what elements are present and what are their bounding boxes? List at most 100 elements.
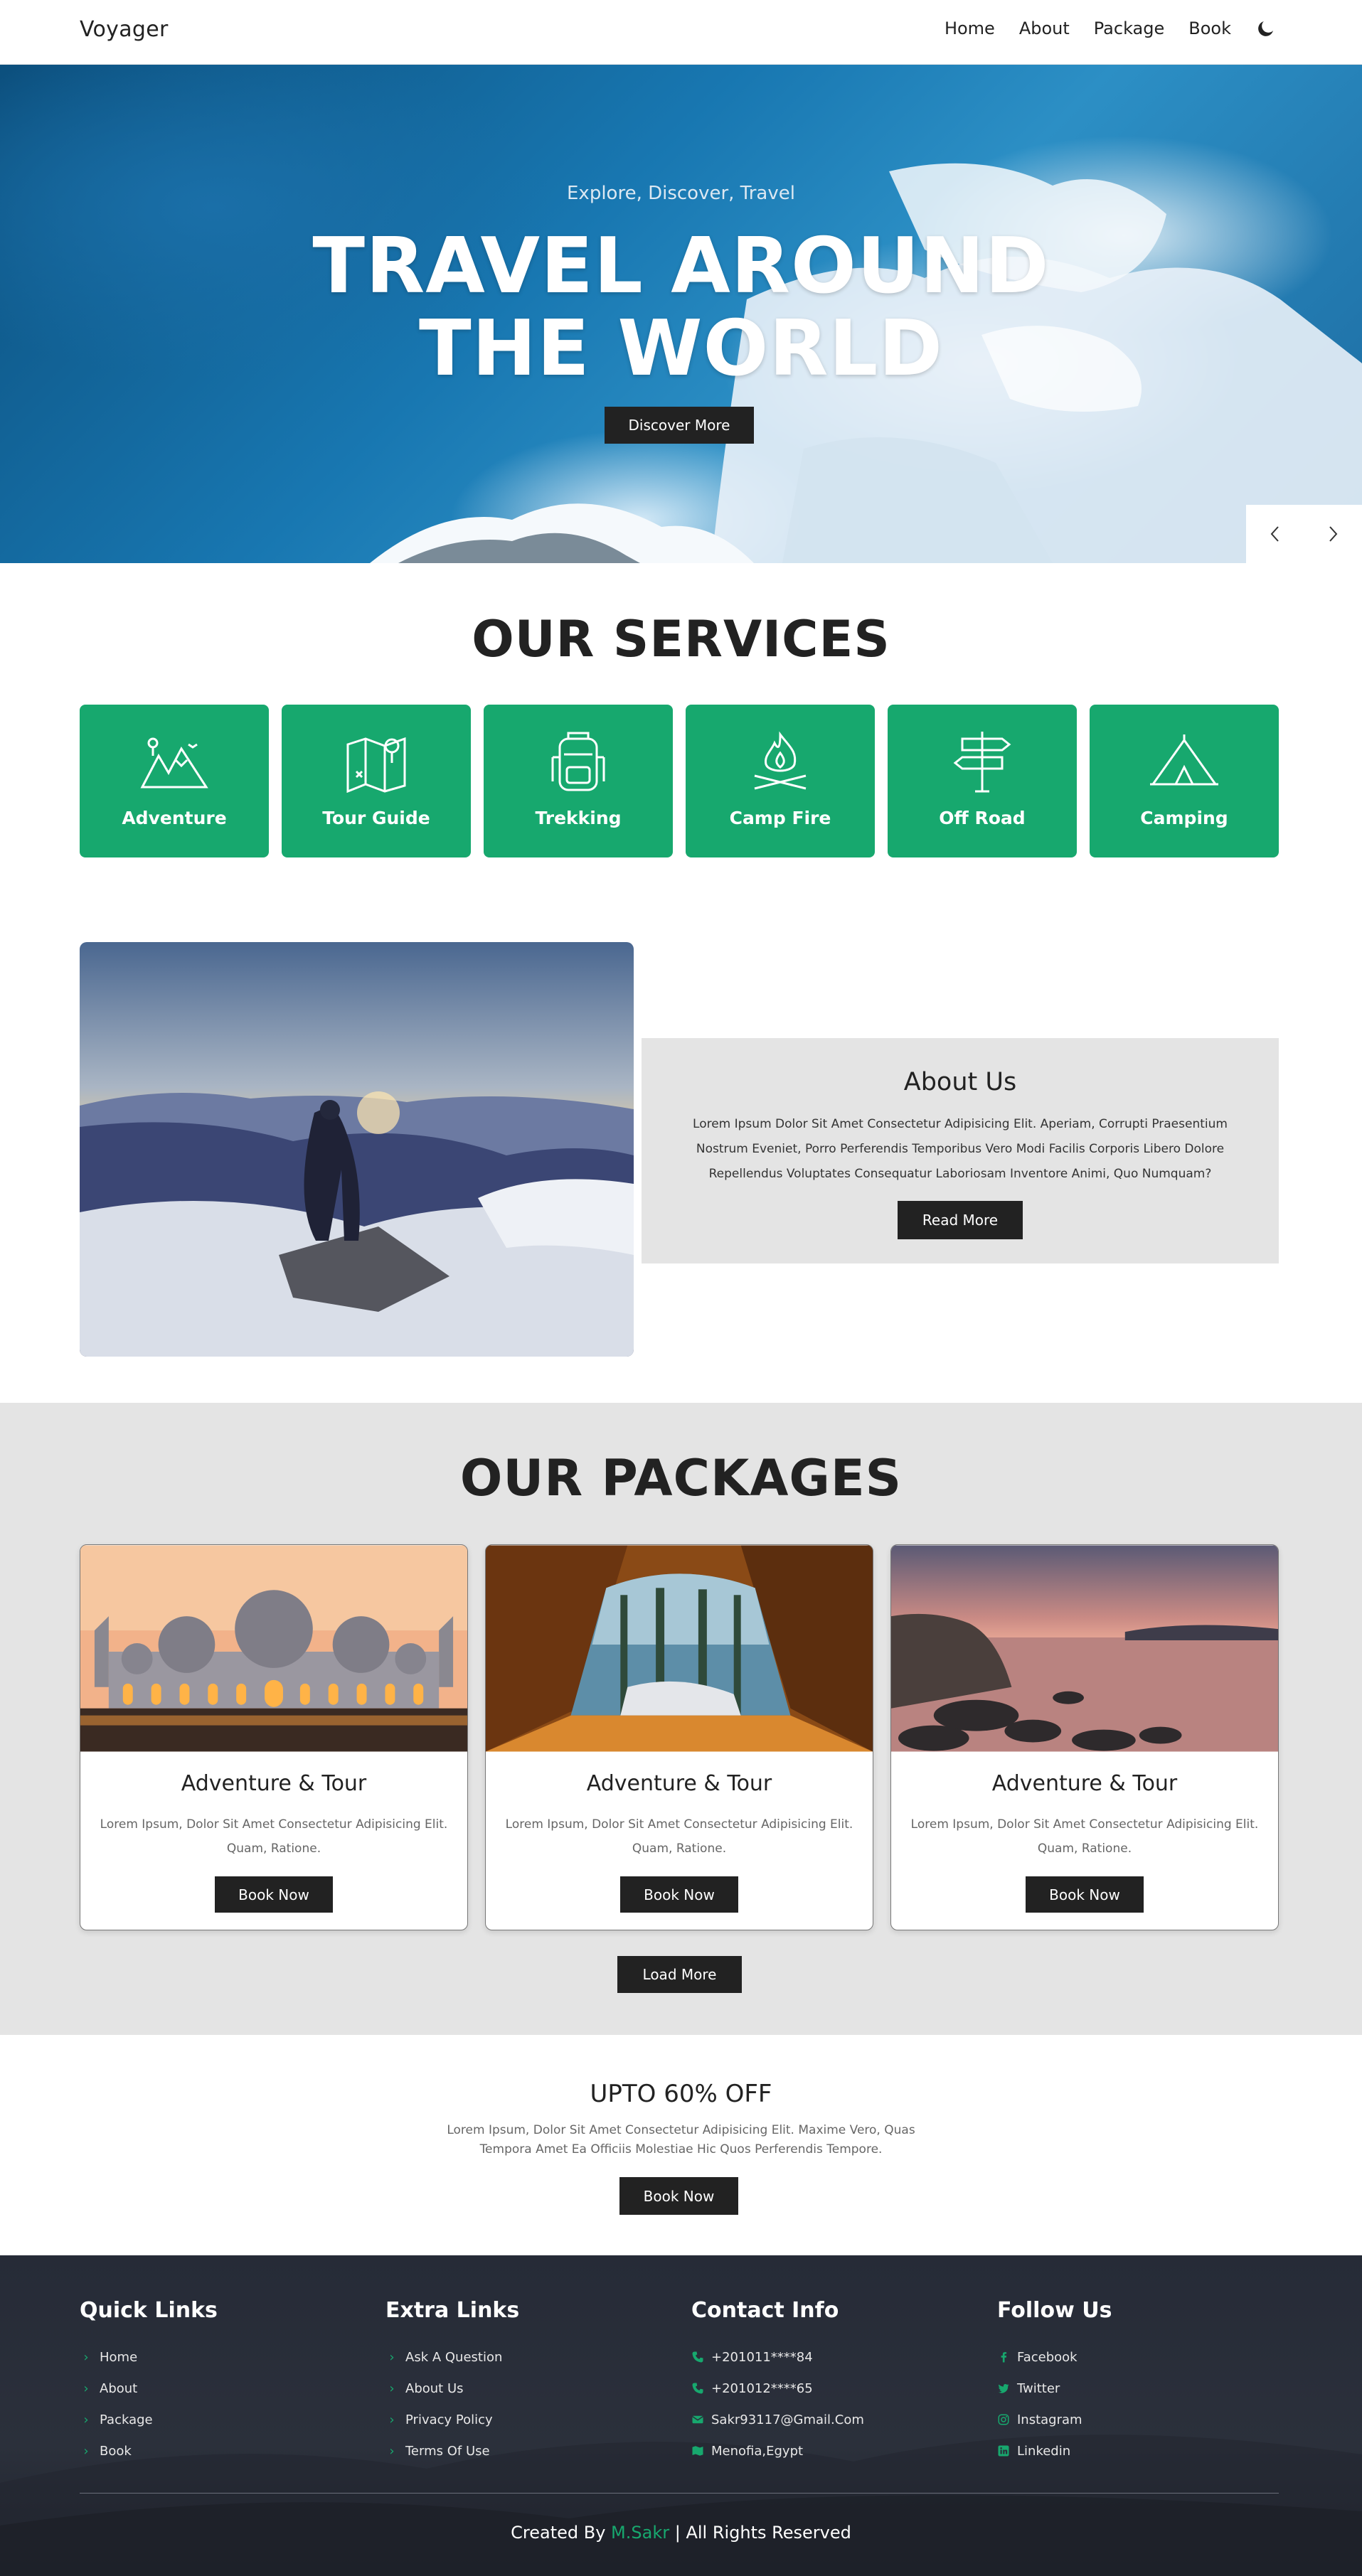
credit-prefix: Created By xyxy=(511,2523,606,2543)
chevron-right-icon: › xyxy=(389,2380,395,2396)
footer-heading: Follow Us xyxy=(997,2298,1112,2323)
service-card-camp-fire[interactable]: Camp Fire xyxy=(686,705,875,857)
service-label: Tour Guide xyxy=(322,808,430,828)
phone-icon xyxy=(692,2383,703,2394)
package-title: Adventure & Tour xyxy=(991,1771,1178,1796)
about-image xyxy=(80,942,634,1357)
footer-link-terms[interactable]: › Terms Of Use xyxy=(385,2435,519,2467)
chevron-right-icon: › xyxy=(83,2412,89,2427)
footer-heading: Extra Links xyxy=(385,2298,520,2323)
footer-link-label: Privacy Policy xyxy=(405,2412,493,2427)
services-title: OUR SERVICES xyxy=(472,610,890,668)
chevron-right-icon xyxy=(1329,526,1338,542)
backpack-icon xyxy=(551,732,605,791)
book-now-button[interactable]: Book Now xyxy=(1026,1876,1144,1913)
footer-link-privacy-policy[interactable]: › Privacy Policy xyxy=(385,2404,519,2435)
footer-contact-text: Sakr93117@Gmail.Com xyxy=(711,2412,864,2427)
chevron-right-icon: › xyxy=(83,2349,89,2365)
moon-icon[interactable] xyxy=(1255,18,1277,39)
package-title: Adventure & Tour xyxy=(181,1771,367,1796)
footer-extra-links: Extra Links › Ask A Question › About Us › P… xyxy=(385,2298,519,2467)
footer-link-label: Book xyxy=(100,2443,132,2459)
tent-icon xyxy=(1150,734,1218,786)
navbar: Voyager Home About Package Book xyxy=(0,0,1362,65)
footer-contact-phone-1[interactable]: +201011****84 xyxy=(691,2341,864,2373)
footer: Quick Links › Home › About › Package › Book … xyxy=(0,2255,1362,2576)
footer-social-label: Twitter xyxy=(1017,2380,1060,2396)
footer-link-book[interactable]: › Book xyxy=(80,2435,218,2467)
service-card-camping[interactable]: Camping xyxy=(1090,705,1279,857)
footer-contact-location[interactable]: Menofia,Egypt xyxy=(691,2435,864,2467)
campfire-icon xyxy=(754,731,807,790)
discover-more-button[interactable]: Discover More xyxy=(605,407,754,444)
footer-link-package[interactable]: › Package xyxy=(80,2404,218,2435)
offer-title: UPTO 60% OFF xyxy=(590,2080,772,2108)
load-more-button[interactable]: Load More xyxy=(617,1956,742,1993)
nav-link-package[interactable]: Package xyxy=(1094,18,1164,38)
footer-link-ask-question[interactable]: › Ask A Question xyxy=(385,2341,519,2373)
footer-link-home[interactable]: › Home xyxy=(80,2341,218,2373)
hero-title-line-1: TRAVEL AROUND xyxy=(312,222,1050,311)
book-now-button[interactable]: Book Now xyxy=(215,1876,333,1913)
linkedin-icon xyxy=(998,2445,1009,2457)
package-card: Adventure & Tour Lorem Ipsum, Dolor Sit … xyxy=(80,1544,468,1930)
hero-title: TRAVEL AROUND THE WORLD xyxy=(0,225,1362,390)
service-label: Camping xyxy=(1140,808,1228,828)
map-icon xyxy=(692,2446,703,2456)
service-label: Off Road xyxy=(939,808,1026,828)
service-card-trekking[interactable]: Trekking xyxy=(484,705,673,857)
twitter-icon xyxy=(998,2383,1009,2393)
footer-social-instagram[interactable]: Instagram xyxy=(997,2404,1112,2435)
footer-link-about[interactable]: › About xyxy=(80,2373,218,2404)
footer-credit: Created By M.Sakr | All Rights Reserved xyxy=(0,2523,1362,2543)
slider-controls xyxy=(1246,505,1362,563)
book-now-button[interactable]: Book Now xyxy=(620,1876,738,1913)
instagram-icon xyxy=(998,2414,1009,2425)
package-image-mosque xyxy=(80,1545,467,1752)
footer-link-label: Package xyxy=(100,2412,153,2427)
hero-banner: Explore, Discover, Travel TRAVEL AROUND … xyxy=(0,65,1362,563)
about-title: About Us xyxy=(903,1068,1017,1096)
offer-book-now-button[interactable]: Book Now xyxy=(619,2177,738,2215)
footer-contact-phone-2[interactable]: +201012****65 xyxy=(691,2373,864,2404)
footer-social-facebook[interactable]: Facebook xyxy=(997,2341,1112,2373)
package-card: Adventure & Tour Lorem Ipsum, Dolor Sit … xyxy=(485,1544,873,1930)
facebook-icon xyxy=(1001,2352,1007,2363)
service-card-off-road[interactable]: Off Road xyxy=(888,705,1077,857)
footer-quick-links: Quick Links › Home › About › Package › Book xyxy=(80,2298,218,2467)
footer-link-about-us[interactable]: › About Us xyxy=(385,2373,519,2404)
footer-social-label: Facebook xyxy=(1017,2349,1078,2365)
package-card: Adventure & Tour Lorem Ipsum, Dolor Sit … xyxy=(890,1544,1279,1930)
footer-link-label: About xyxy=(100,2380,138,2396)
nav-link-about[interactable]: About xyxy=(1019,18,1070,38)
nav-link-book[interactable]: Book xyxy=(1188,18,1231,38)
footer-social-label: Linkedin xyxy=(1017,2443,1071,2459)
slider-prev-button[interactable] xyxy=(1246,505,1304,563)
credit-author-link[interactable]: M.Sakr xyxy=(611,2523,669,2543)
service-card-tour-guide[interactable]: Tour Guide xyxy=(282,705,471,857)
footer-contact-email[interactable]: Sakr93117@Gmail.Com xyxy=(691,2404,864,2435)
logo[interactable]: Voyager xyxy=(80,17,169,42)
package-image-lake xyxy=(891,1545,1278,1752)
nav-link-home[interactable]: Home xyxy=(945,18,995,38)
slider-next-button[interactable] xyxy=(1304,505,1362,563)
footer-heading: Quick Links xyxy=(80,2298,218,2323)
package-image-tent xyxy=(486,1545,873,1752)
service-label: Trekking xyxy=(535,808,622,828)
footer-follow-us: Follow Us Facebook Twitter Instagram Lin… xyxy=(997,2298,1112,2467)
footer-link-label: Ask A Question xyxy=(405,2349,503,2365)
footer-link-label: Home xyxy=(100,2349,138,2365)
phone-icon xyxy=(692,2351,703,2363)
chevron-right-icon: › xyxy=(389,2412,395,2427)
footer-contact-text: +201012****65 xyxy=(711,2380,813,2396)
about-box: About Us Lorem Ipsum Dolor Sit Amet Cons… xyxy=(642,1038,1279,1263)
footer-contact-info: Contact Info +201011****84 +201012****65… xyxy=(691,2298,864,2467)
footer-social-linkedin[interactable]: Linkedin xyxy=(997,2435,1112,2467)
chevron-right-icon: › xyxy=(389,2349,395,2365)
read-more-button[interactable]: Read More xyxy=(898,1201,1023,1239)
mountains-icon xyxy=(140,737,208,789)
map-pin-icon xyxy=(346,737,406,793)
service-card-adventure[interactable]: Adventure xyxy=(80,705,269,857)
footer-social-twitter[interactable]: Twitter xyxy=(997,2373,1112,2404)
footer-social-label: Instagram xyxy=(1017,2412,1082,2427)
